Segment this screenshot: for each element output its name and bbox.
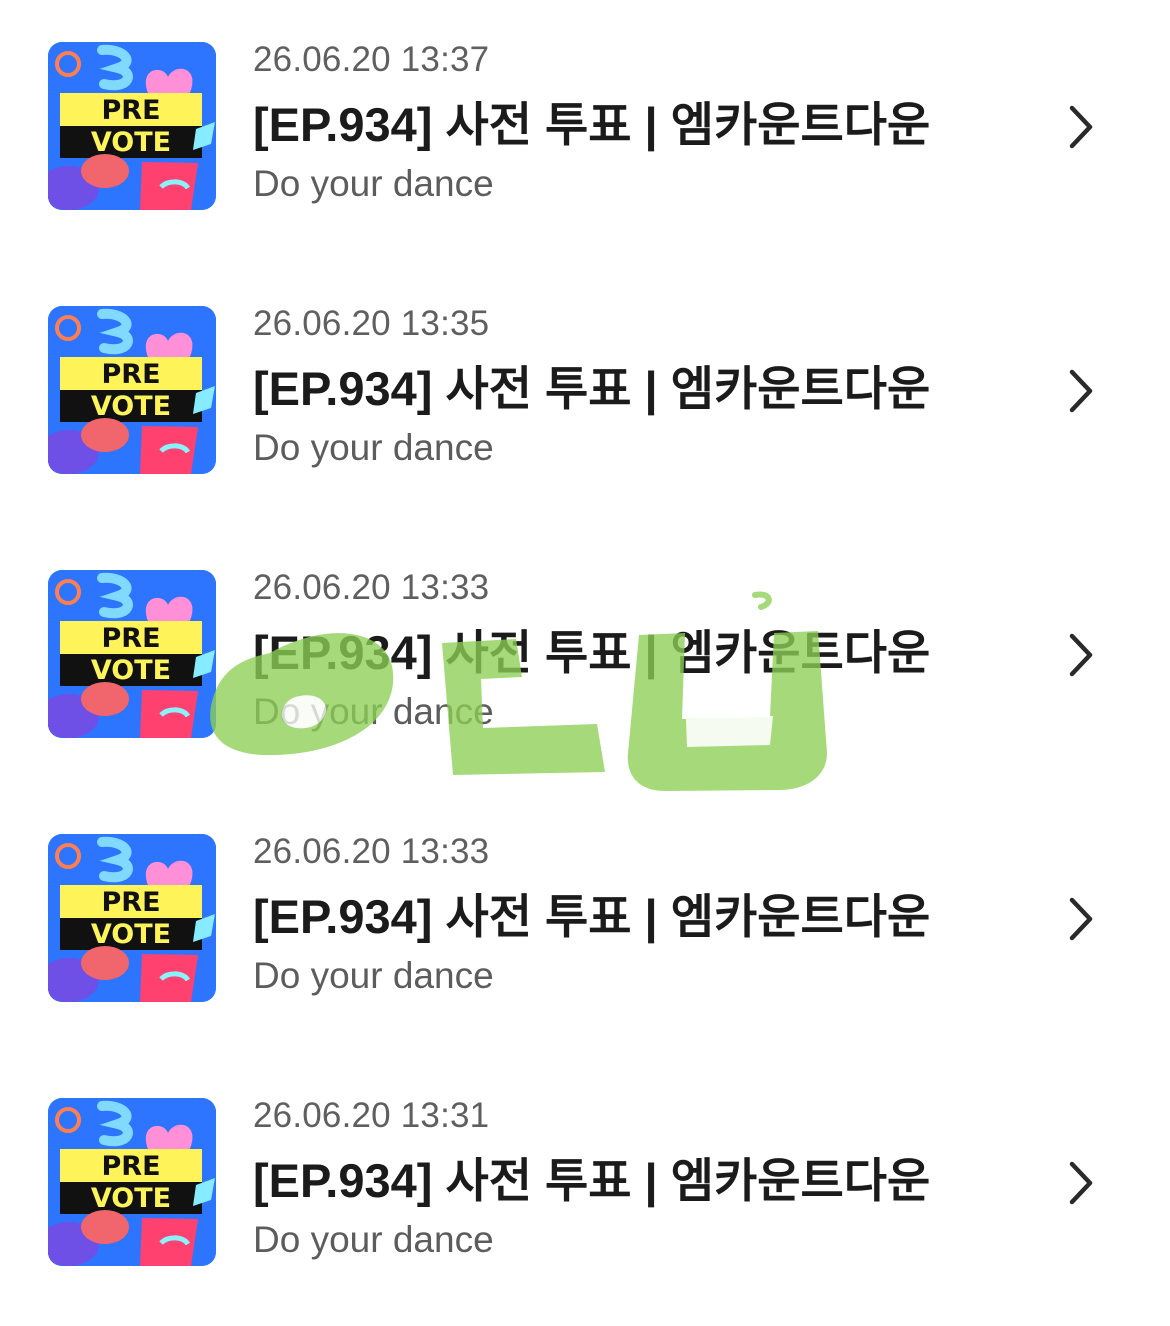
notification-title: [EP.934] 사전 투표 | 엠카운트다운 [253,626,931,679]
notification-date: 26.06.20 13:37 [253,40,490,79]
notification-date: 26.06.20 13:31 [253,1096,490,1135]
notification-date: 26.06.20 13:35 [253,304,490,343]
thumbnail-pre-text: PRE [101,1151,160,1182]
chevron-right-icon[interactable] [1066,632,1096,678]
notification-subtitle: Do your dance [253,955,494,996]
thumbnail-pre-text: PRE [101,359,160,390]
notification-subtitle: Do your dance [253,691,494,732]
notification-item[interactable]: PRE VOTE 26.06.20 13:37 [EP.934] 사전 투표 |… [0,0,1170,264]
notification-text-block: 26.06.20 13:35 [EP.934] 사전 투표 | 엠카운트다운 D… [253,304,1013,470]
notification-item[interactable]: PRE VOTE 26.06.20 13:33 [EP.934] 사전 투표 |… [0,792,1170,1056]
thumbnail-pre-text: PRE [101,887,160,918]
notification-date: 26.06.20 13:33 [253,568,490,607]
notification-title: [EP.934] 사전 투표 | 엠카운트다운 [253,890,931,943]
prevote-thumbnail: PRE VOTE [48,42,216,210]
chevron-right-icon[interactable] [1066,1160,1096,1206]
thumbnail-vote-text: VOTE [91,655,171,686]
notification-subtitle: Do your dance [253,427,494,468]
notification-text-block: 26.06.20 13:33 [EP.934] 사전 투표 | 엠카운트다운 D… [253,568,1013,734]
notification-title: [EP.934] 사전 투표 | 엠카운트다운 [253,362,931,415]
thumbnail-vote-text: VOTE [91,127,171,158]
notification-item[interactable]: PRE VOTE 26.06.20 13:33 [EP.934] 사전 투표 |… [0,528,1170,792]
chevron-right-icon[interactable] [1066,368,1096,414]
thumbnail-pre-text: PRE [101,95,160,126]
notification-text-block: 26.06.20 13:31 [EP.934] 사전 투표 | 엠카운트다운 D… [253,1096,1013,1262]
thumbnail-pre-text: PRE [101,623,160,654]
prevote-thumbnail: PRE VOTE [48,834,216,1002]
thumbnail-vote-text: VOTE [91,919,171,950]
notification-title: [EP.934] 사전 투표 | 엠카운트다운 [253,1154,931,1207]
prevote-thumbnail: PRE VOTE [48,306,216,474]
chevron-right-icon[interactable] [1066,104,1096,150]
notification-text-block: 26.06.20 13:33 [EP.934] 사전 투표 | 엠카운트다운 D… [253,832,1013,998]
prevote-thumbnail: PRE VOTE [48,570,216,738]
notification-text-block: 26.06.20 13:37 [EP.934] 사전 투표 | 엠카운트다운 D… [253,40,1013,206]
prevote-thumbnail: PRE VOTE [48,1098,216,1266]
thumbnail-vote-text: VOTE [91,1183,171,1214]
chevron-right-icon[interactable] [1066,896,1096,942]
notification-subtitle: Do your dance [253,163,494,204]
notification-subtitle: Do your dance [253,1219,494,1260]
notification-item[interactable]: PRE VOTE 26.06.20 13:31 [EP.934] 사전 투표 |… [0,1056,1170,1320]
thumbnail-vote-text: VOTE [91,391,171,422]
notification-title: [EP.934] 사전 투표 | 엠카운트다운 [253,98,931,151]
notification-date: 26.06.20 13:33 [253,832,490,871]
notification-item[interactable]: PRE VOTE 26.06.20 13:35 [EP.934] 사전 투표 |… [0,264,1170,528]
